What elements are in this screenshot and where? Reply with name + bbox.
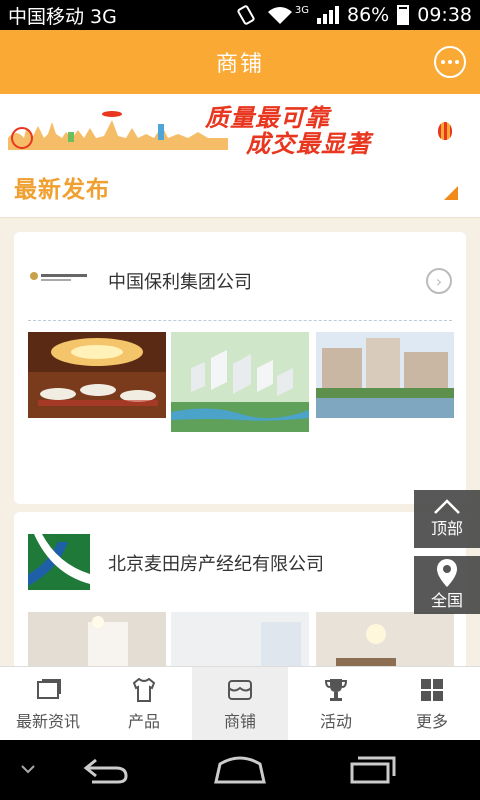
nationwide-label: 全国 xyxy=(430,591,463,610)
shop-card[interactable]: 中国保利集团公司 › xyxy=(14,232,466,504)
home-icon[interactable] xyxy=(212,754,268,784)
listing-photo[interactable] xyxy=(316,332,454,418)
nav-item-news[interactable]: 最新资讯 xyxy=(0,667,96,740)
maitian-logo xyxy=(28,534,90,590)
carrier-label: 中国移动 3G xyxy=(8,5,117,28)
nav-label: 最新资讯 xyxy=(15,711,80,731)
corner-triangle-icon xyxy=(444,186,458,200)
listing-photo[interactable] xyxy=(316,612,454,672)
back-to-top-button[interactable]: 顶部 xyxy=(414,490,480,548)
signal-icon xyxy=(317,6,339,24)
nav-item-more[interactable]: 更多 xyxy=(384,667,480,740)
nav-item-events[interactable]: 活动 xyxy=(288,667,384,740)
listing-photo[interactable] xyxy=(28,332,166,418)
nav-item-shops[interactable]: 商铺 xyxy=(192,667,288,740)
divider xyxy=(28,320,452,321)
back-icon[interactable] xyxy=(82,756,130,784)
listing-photo[interactable] xyxy=(28,612,166,672)
status-bar: 中国移动 3G 3G 86% 09:38 xyxy=(0,0,480,30)
status-icons: 3G 86% 09:38 xyxy=(235,4,472,26)
clock: 09:38 xyxy=(417,4,472,26)
shop-card[interactable]: 北京麦田房产经纪有限公司 xyxy=(14,512,466,672)
nav-label: 产品 xyxy=(127,711,160,731)
location-pin-icon xyxy=(437,559,457,587)
slogan-line-2: 成交最显著 xyxy=(246,130,371,156)
shirt-icon xyxy=(132,677,156,702)
nav-label: 商铺 xyxy=(223,711,256,731)
grid-icon xyxy=(421,678,443,701)
poly-group-logo xyxy=(28,248,90,304)
back-to-top-label: 顶部 xyxy=(430,519,463,538)
battery-percent: 86% xyxy=(347,4,390,26)
nav-label: 活动 xyxy=(319,711,352,731)
battery-icon xyxy=(397,5,410,25)
nationwide-button[interactable]: 全国 xyxy=(414,556,480,614)
bottom-nav: 最新资讯 产品 商铺 活动 更多 xyxy=(0,666,480,740)
listing-photo[interactable] xyxy=(171,332,309,432)
section-header[interactable]: 最新发布 xyxy=(0,156,480,218)
chevron-down-icon[interactable] xyxy=(20,764,36,776)
wifi-icon xyxy=(267,7,292,24)
app-header: 商铺 xyxy=(0,30,480,94)
system-nav-bar xyxy=(0,740,480,800)
promo-banner[interactable]: 质量最可靠 成交最显著 xyxy=(0,94,480,156)
section-title: 最新发布 xyxy=(14,177,110,203)
chevron-up-icon xyxy=(434,499,460,514)
nav-label: 更多 xyxy=(415,711,448,731)
recent-apps-icon[interactable] xyxy=(348,754,398,786)
company-name: 中国保利集团公司 xyxy=(108,272,252,293)
listing-photo[interactable] xyxy=(171,612,309,672)
vibrate-icon xyxy=(237,5,255,25)
company-name: 北京麦田房产经纪有限公司 xyxy=(108,554,324,575)
chevron-right-icon[interactable]: › xyxy=(426,268,452,294)
city-skyline-illustration xyxy=(8,111,228,150)
shop-icon xyxy=(228,679,252,700)
nav-item-products[interactable]: 产品 xyxy=(96,667,192,740)
page-title: 商铺 xyxy=(215,52,264,77)
trophy-icon xyxy=(324,678,348,701)
balloon-icon xyxy=(438,122,452,140)
network-badge: 3G xyxy=(294,4,309,16)
news-icon xyxy=(37,678,61,699)
shop-card-header[interactable]: 中国保利集团公司 › xyxy=(14,232,466,320)
chat-bubble-icon[interactable] xyxy=(434,46,466,78)
shop-card-header[interactable]: 北京麦田房产经纪有限公司 xyxy=(14,512,466,600)
